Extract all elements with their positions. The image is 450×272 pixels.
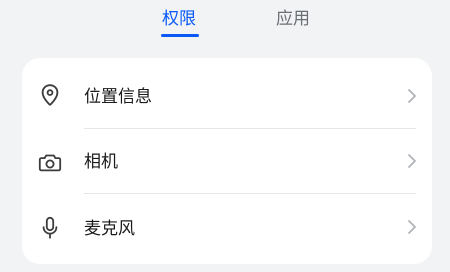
chevron-right-icon [406, 87, 418, 105]
microphone-icon [37, 215, 63, 241]
list-item-label: 麦克风 [84, 219, 135, 239]
chevron-right-icon [406, 218, 418, 236]
chevron-right-icon [406, 152, 418, 170]
tab-apps[interactable]: 应用 [276, 9, 310, 29]
active-tab-indicator [161, 34, 199, 37]
tab-bar: 权限 应用 [0, 0, 450, 50]
list-item-label: 位置信息 [84, 87, 152, 107]
list-item-location[interactable]: 位置信息 [22, 58, 432, 122]
tab-permissions[interactable]: 权限 [162, 9, 196, 29]
camera-icon [37, 149, 63, 175]
list-item-label: 相机 [84, 152, 118, 172]
location-pin-icon [37, 82, 63, 108]
permissions-list-card: 位置信息 相机 麦克风 [22, 58, 432, 264]
list-item-camera[interactable]: 相机 [22, 129, 432, 193]
list-item-microphone[interactable]: 麦克风 [22, 194, 432, 258]
